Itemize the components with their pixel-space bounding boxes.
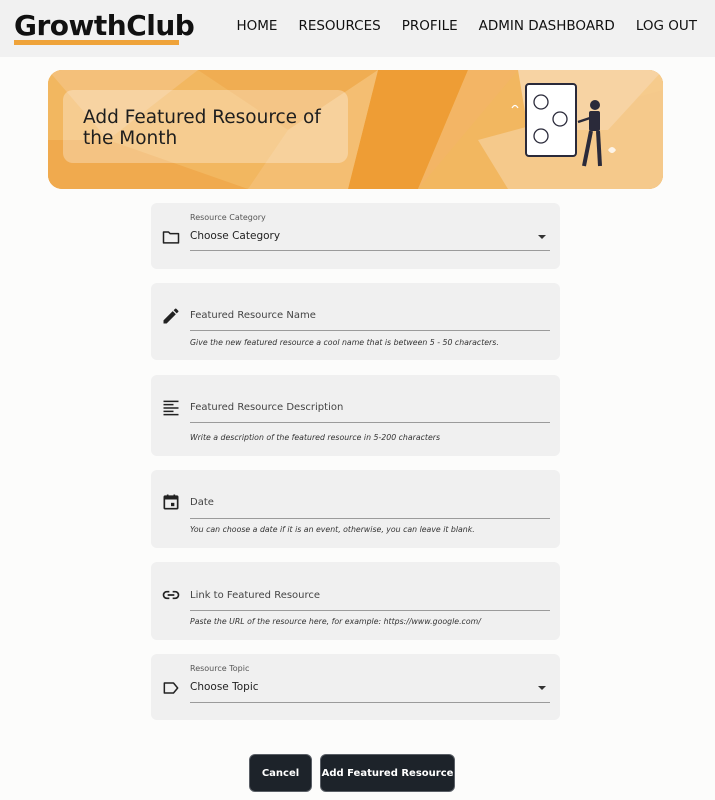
link-icon bbox=[162, 590, 180, 600]
description-underline bbox=[190, 422, 550, 423]
category-select-value[interactable]: Choose Category bbox=[190, 230, 550, 242]
add-featured-resource-button[interactable]: Add Featured Resource bbox=[320, 754, 455, 792]
link-hint: Paste the URL of the resource here, for … bbox=[190, 617, 481, 626]
chevron-down-icon[interactable] bbox=[538, 686, 546, 690]
resource-description-input[interactable]: Featured Resource Description bbox=[190, 402, 550, 413]
nav-home[interactable]: HOME bbox=[236, 18, 277, 34]
name-underline bbox=[190, 330, 550, 331]
name-input-card[interactable]: Featured Resource Name Give the new feat… bbox=[151, 283, 560, 360]
date-underline bbox=[190, 518, 550, 519]
text-lines-icon bbox=[163, 400, 179, 416]
pencil-icon bbox=[163, 308, 179, 324]
logo-underline bbox=[14, 40, 179, 45]
description-input-card[interactable]: Featured Resource Description Write a de… bbox=[151, 375, 560, 456]
page-banner: Add Featured Resource of the Month bbox=[48, 70, 663, 189]
banner-title: Add Featured Resource of the Month bbox=[83, 107, 321, 149]
cancel-button[interactable]: Cancel bbox=[249, 754, 312, 792]
topic-label: Resource Topic bbox=[190, 664, 250, 673]
nav-profile[interactable]: PROFILE bbox=[402, 18, 458, 34]
nav-resources[interactable]: RESOURCES bbox=[298, 18, 380, 34]
nav-admin-dashboard[interactable]: ADMIN DASHBOARD bbox=[479, 18, 615, 34]
top-navbar: GrowthClub HOME RESOURCES PROFILE ADMIN … bbox=[0, 0, 715, 57]
topic-select-card[interactable]: Resource Topic Choose Topic bbox=[151, 654, 560, 720]
main-nav: HOME RESOURCES PROFILE ADMIN DASHBOARD L… bbox=[236, 18, 697, 34]
topic-select-value[interactable]: Choose Topic bbox=[190, 681, 550, 693]
category-label: Resource Category bbox=[190, 213, 266, 222]
tag-icon bbox=[163, 682, 179, 694]
nav-log-out[interactable]: LOG OUT bbox=[636, 18, 697, 34]
date-hint: You can choose a date if it is an event,… bbox=[190, 525, 475, 534]
folder-icon bbox=[162, 231, 180, 244]
name-hint: Give the new featured resource a cool na… bbox=[190, 338, 499, 347]
person-whiteboard-illustration bbox=[511, 83, 616, 167]
resource-name-input[interactable]: Featured Resource Name bbox=[190, 310, 550, 321]
date-input-card[interactable]: Date You can choose a date if it is an e… bbox=[151, 470, 560, 548]
chevron-down-icon[interactable] bbox=[538, 235, 546, 239]
site-logo[interactable]: GrowthClub bbox=[14, 9, 195, 42]
link-input-card[interactable]: Link to Featured Resource Paste the URL … bbox=[151, 562, 560, 640]
date-input[interactable]: Date bbox=[190, 497, 550, 508]
resource-link-input[interactable]: Link to Featured Resource bbox=[190, 590, 550, 601]
link-underline bbox=[190, 610, 550, 611]
calendar-icon bbox=[163, 494, 179, 510]
category-select-card[interactable]: Resource Category Choose Category bbox=[151, 203, 560, 269]
topic-underline bbox=[190, 702, 550, 703]
description-hint: Write a description of the featured reso… bbox=[190, 433, 441, 442]
banner-title-box: Add Featured Resource of the Month bbox=[63, 90, 348, 163]
category-underline bbox=[190, 250, 550, 251]
